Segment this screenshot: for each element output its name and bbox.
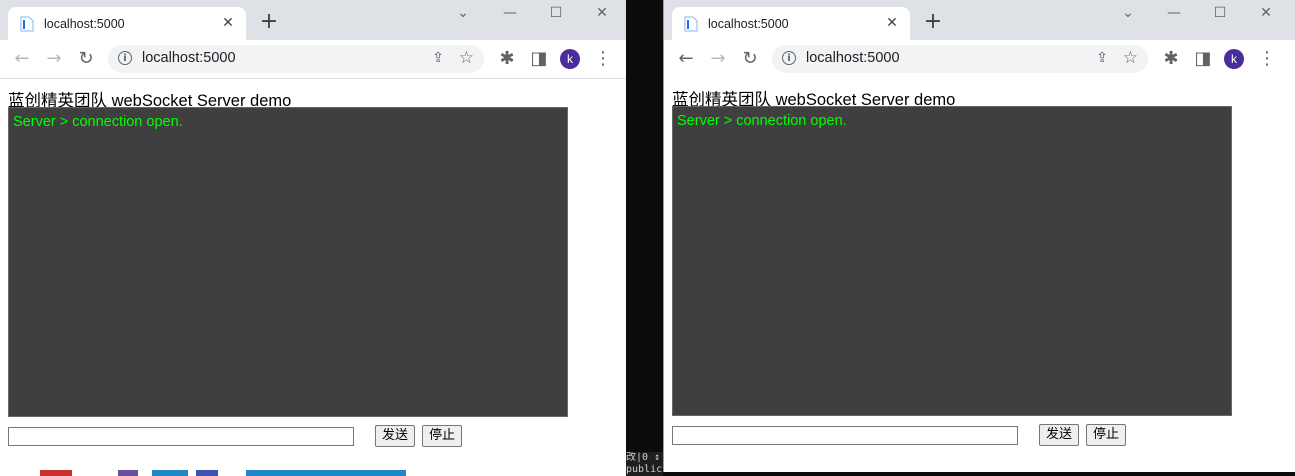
extensions-puzzle-icon[interactable]: ✱ xyxy=(1161,49,1181,69)
page-content: 蓝创精英团队 webSocket Server demo Server > co… xyxy=(664,78,1295,472)
forward-arrow-icon[interactable]: → xyxy=(44,49,64,69)
new-tab-button[interactable]: + xyxy=(922,11,944,33)
new-tab-button[interactable]: + xyxy=(258,11,280,33)
extensions-puzzle-icon[interactable]: ✱ xyxy=(497,49,517,69)
tab-strip: localhost:5000 ✕ + ⌄ — ☐ ✕ xyxy=(664,0,1295,40)
address-bar[interactable]: i localhost:5000 ⇪ ☆ xyxy=(108,45,484,73)
tab-close-icon[interactable]: ✕ xyxy=(884,15,900,31)
tab-strip: localhost:5000 ✕ + ⌄ — ☐ ✕ xyxy=(0,0,626,40)
menu-kebab-icon[interactable]: ⋮ xyxy=(593,49,613,69)
taskbar-app-icon xyxy=(40,470,72,476)
message-console: Server > connection open. xyxy=(8,107,568,417)
tab-title: localhost:5000 xyxy=(44,16,125,31)
message-input[interactable] xyxy=(672,426,1018,445)
address-bar[interactable]: i localhost:5000 ⇪ ☆ xyxy=(772,45,1148,73)
side-panel-icon[interactable]: ◨ xyxy=(1193,49,1213,69)
site-info-icon[interactable]: i xyxy=(782,51,796,65)
browser-toolbar: ← → ↻ i localhost:5000 ⇪ ☆ ✱ ◨ k ⋮ xyxy=(664,40,1295,79)
maximize-button[interactable]: ☐ xyxy=(533,0,579,30)
page-favicon-icon xyxy=(20,16,34,32)
browser-window-right: localhost:5000 ✕ + ⌄ — ☐ ✕ ← → ↻ i local… xyxy=(663,0,1295,472)
underlying-taskbar-strip xyxy=(0,458,626,476)
page-favicon-icon xyxy=(684,16,698,32)
minimize-button[interactable]: — xyxy=(487,0,533,30)
message-input[interactable] xyxy=(8,427,354,446)
profile-avatar[interactable]: k xyxy=(560,49,580,69)
bookmark-star-icon[interactable]: ☆ xyxy=(459,48,474,68)
browser-tab[interactable]: localhost:5000 ✕ xyxy=(672,7,910,40)
side-panel-icon[interactable]: ◨ xyxy=(529,49,549,69)
minimize-button[interactable]: — xyxy=(1151,0,1197,30)
tab-search-chevron-icon[interactable]: ⌄ xyxy=(1105,0,1151,30)
tab-title: localhost:5000 xyxy=(708,16,789,31)
url-text[interactable]: localhost:5000 xyxy=(142,50,236,66)
back-arrow-icon[interactable]: ← xyxy=(12,49,32,69)
close-window-button[interactable]: ✕ xyxy=(1243,0,1289,30)
stop-button[interactable]: 停止 xyxy=(422,425,463,447)
close-window-button[interactable]: ✕ xyxy=(579,0,625,30)
browser-tab[interactable]: localhost:5000 ✕ xyxy=(8,7,246,40)
menu-kebab-icon[interactable]: ⋮ xyxy=(1257,49,1277,69)
background-code-snippet: 改|0 ↕ public IActionResult Error() xyxy=(626,452,663,476)
back-arrow-icon[interactable]: ← xyxy=(676,49,696,69)
console-line: Server > connection open. xyxy=(677,113,847,129)
taskbar-app-icon xyxy=(246,470,406,476)
stop-button[interactable]: 停止 xyxy=(1086,424,1127,446)
tab-search-chevron-icon[interactable]: ⌄ xyxy=(440,0,486,30)
reload-icon[interactable]: ↻ xyxy=(740,49,760,69)
send-button[interactable]: 发送 xyxy=(1039,424,1080,446)
tab-close-icon[interactable]: ✕ xyxy=(220,15,236,31)
page-content: 蓝创精英团队 webSocket Server demo Server > co… xyxy=(0,79,626,476)
profile-avatar[interactable]: k xyxy=(1224,49,1244,69)
send-button[interactable]: 发送 xyxy=(375,425,416,447)
share-icon[interactable]: ⇪ xyxy=(1096,50,1108,66)
taskbar-app-icon xyxy=(152,470,188,476)
taskbar-app-icon xyxy=(196,470,218,476)
forward-arrow-icon[interactable]: → xyxy=(708,49,728,69)
site-info-icon[interactable]: i xyxy=(118,51,132,65)
maximize-button[interactable]: ☐ xyxy=(1197,0,1243,30)
reload-icon[interactable]: ↻ xyxy=(76,49,96,69)
share-icon[interactable]: ⇪ xyxy=(432,50,444,66)
message-console: Server > connection open. xyxy=(672,106,1232,416)
console-line: Server > connection open. xyxy=(13,114,183,130)
browser-toolbar: ← → ↻ i localhost:5000 ⇪ ☆ ✱ ◨ k ⋮ xyxy=(0,40,626,79)
taskbar-app-icon xyxy=(118,470,138,476)
browser-window-left: localhost:5000 ✕ + ⌄ — ☐ ✕ ← → ↻ i local… xyxy=(0,0,626,476)
bookmark-star-icon[interactable]: ☆ xyxy=(1123,48,1138,68)
url-text[interactable]: localhost:5000 xyxy=(806,50,900,66)
